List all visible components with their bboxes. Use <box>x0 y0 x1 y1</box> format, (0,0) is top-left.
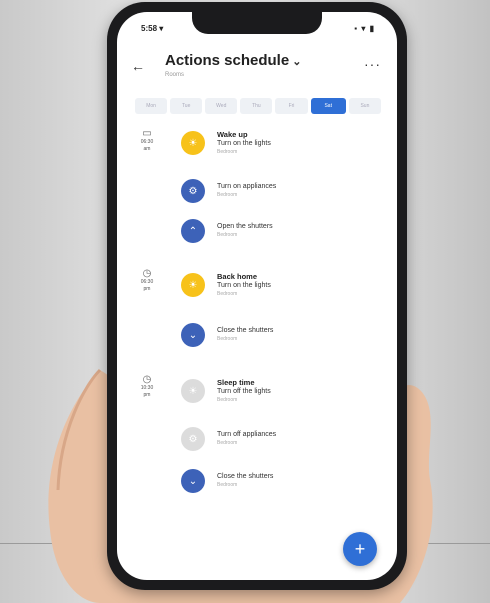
tab-day[interactable]: Wed <box>205 98 238 114</box>
status-bar: 5:58 ▾ ▪ ▾ ▮ <box>141 24 375 33</box>
list-item[interactable]: ⚙ Turn on appliances Bedroom <box>181 176 276 206</box>
page-subtitle: Rooms <box>165 72 185 78</box>
room-label: Bedroom <box>217 336 238 342</box>
tab-day[interactable]: Thu <box>240 98 273 114</box>
room-label: Bedroom <box>217 232 238 238</box>
time-label: ◷ 06:30 pm <box>135 268 159 293</box>
list-item[interactable]: ☀ Wake up Turn on the lights Bedroom <box>181 128 271 158</box>
bed-icon: ▭ <box>142 128 152 139</box>
page-title-text: Actions schedule <box>165 52 290 69</box>
clock-icon: ◷ <box>142 374 152 385</box>
day-tabs: Mon Tue Wed Thu Fri Sat Sun <box>135 98 381 114</box>
list-item[interactable]: ⌃ Open the shutters Bedroom <box>181 216 273 246</box>
time-value: 06:30 <box>140 279 154 285</box>
status-icons: ▪ ▾ ▮ <box>354 24 375 33</box>
shutter-down-icon: ⌄ <box>181 469 205 493</box>
action-label: Close the shutters <box>217 473 274 480</box>
time-ampm: pm <box>143 392 151 398</box>
action-label: Close the shutters <box>217 327 274 334</box>
action-label: Turn on the lights <box>217 139 271 147</box>
page-title[interactable]: Actions schedule ⌄ <box>165 52 301 69</box>
group-title: Back home <box>217 271 258 281</box>
appliance-icon: ⚙ <box>181 179 205 203</box>
time-value: 06:30 <box>140 139 154 145</box>
appliance-off-icon: ⚙ <box>181 427 205 451</box>
tab-day[interactable]: Mon <box>135 98 168 114</box>
lightbulb-icon: ☀ <box>181 273 205 297</box>
room-label: Bedroom <box>217 290 238 297</box>
tab-day[interactable]: Tue <box>170 98 203 114</box>
clock-icon: ◷ <box>142 268 152 279</box>
action-label: Turn off the lights <box>217 387 271 395</box>
chevron-down-icon: ⌄ <box>292 56 302 68</box>
add-button[interactable]: + <box>343 532 377 566</box>
time-ampm: am <box>143 146 151 152</box>
room-label: Bedroom <box>217 440 238 446</box>
list-item[interactable]: ⚙ Turn off appliances Bedroom <box>181 424 276 454</box>
status-time: 5:58 ▾ <box>141 24 164 33</box>
tab-day[interactable]: Sun <box>348 98 381 114</box>
time-value: 10:30 <box>140 385 154 391</box>
back-arrow-icon[interactable]: ← <box>131 58 145 74</box>
room-label: Bedroom <box>217 192 238 198</box>
shutter-down-icon: ⌄ <box>181 323 205 347</box>
tab-day-active[interactable]: Sat <box>310 98 346 114</box>
list-item[interactable]: ☀ Sleep time Turn off the lights Bedroom <box>181 376 271 406</box>
time-label: ◷ 10:30 pm <box>135 374 159 399</box>
action-label: Turn on the lights <box>217 281 271 289</box>
group-title: Wake up <box>217 129 248 139</box>
room-label: Bedroom <box>217 396 238 403</box>
group-title: Sleep time <box>217 377 255 387</box>
room-label: Bedroom <box>217 148 238 155</box>
action-label: Open the shutters <box>217 223 273 230</box>
action-label: Turn on appliances <box>217 183 277 190</box>
lightbulb-off-icon: ☀ <box>181 379 205 403</box>
time-ampm: pm <box>143 286 151 292</box>
list-item[interactable]: ⌄ Close the shutters Bedroom <box>181 466 273 496</box>
app-screen: 5:58 ▾ ▪ ▾ ▮ ← Actions schedule ⌄ Rooms ·… <box>117 12 397 580</box>
shutter-up-icon: ⌃ <box>181 219 205 243</box>
header: ← Actions schedule ⌄ Rooms ··· <box>131 50 383 90</box>
list-item[interactable]: ⌄ Close the shutters Bedroom <box>181 320 273 350</box>
lightbulb-icon: ☀ <box>181 131 205 155</box>
list-item[interactable]: ☀ Back home Turn on the lights Bedroom <box>181 270 271 300</box>
time-label: ▭ 06:30 am <box>135 128 159 153</box>
phone-frame: 5:58 ▾ ▪ ▾ ▮ ← Actions schedule ⌄ Rooms ·… <box>107 2 407 590</box>
action-label: Turn off appliances <box>217 431 277 438</box>
tab-day[interactable]: Fri <box>275 98 308 114</box>
room-label: Bedroom <box>217 482 238 488</box>
more-menu-icon[interactable]: ··· <box>364 56 381 72</box>
